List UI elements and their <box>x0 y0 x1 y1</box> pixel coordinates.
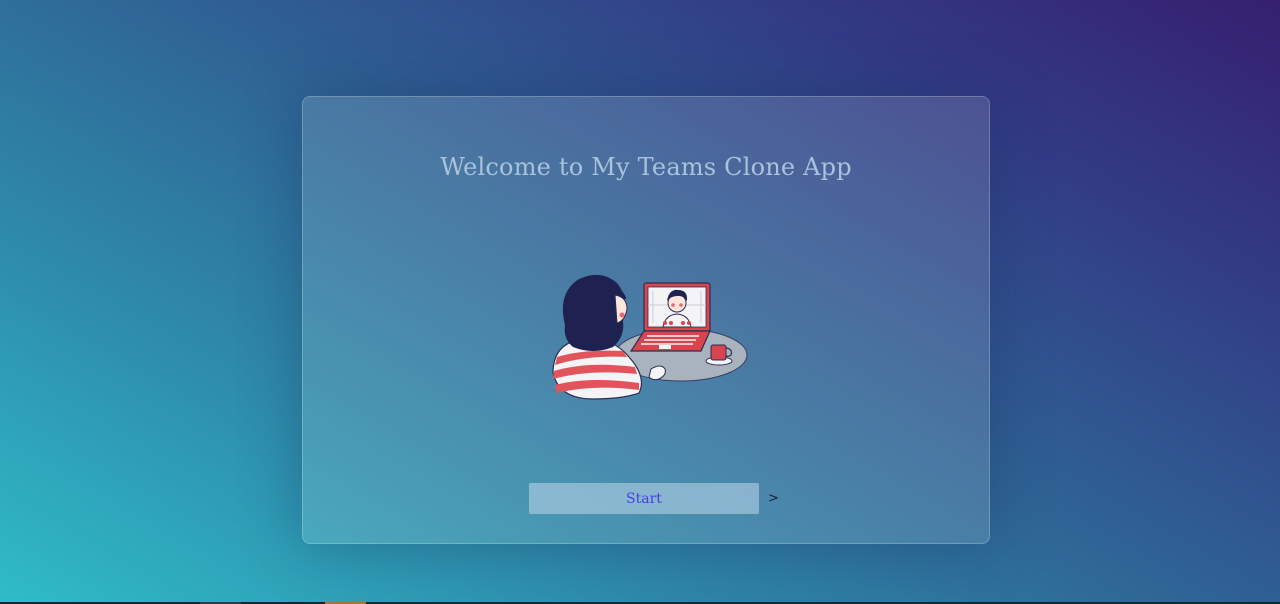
page-title: Welcome to My Teams Clone App <box>440 153 852 181</box>
laptop-icon <box>629 282 711 352</box>
start-button[interactable]: Start <box>529 483 759 514</box>
arrow-right-icon: > <box>768 491 779 506</box>
welcome-card: Welcome to My Teams Clone App Start > <box>302 96 990 544</box>
video-call-illustration <box>552 274 748 400</box>
